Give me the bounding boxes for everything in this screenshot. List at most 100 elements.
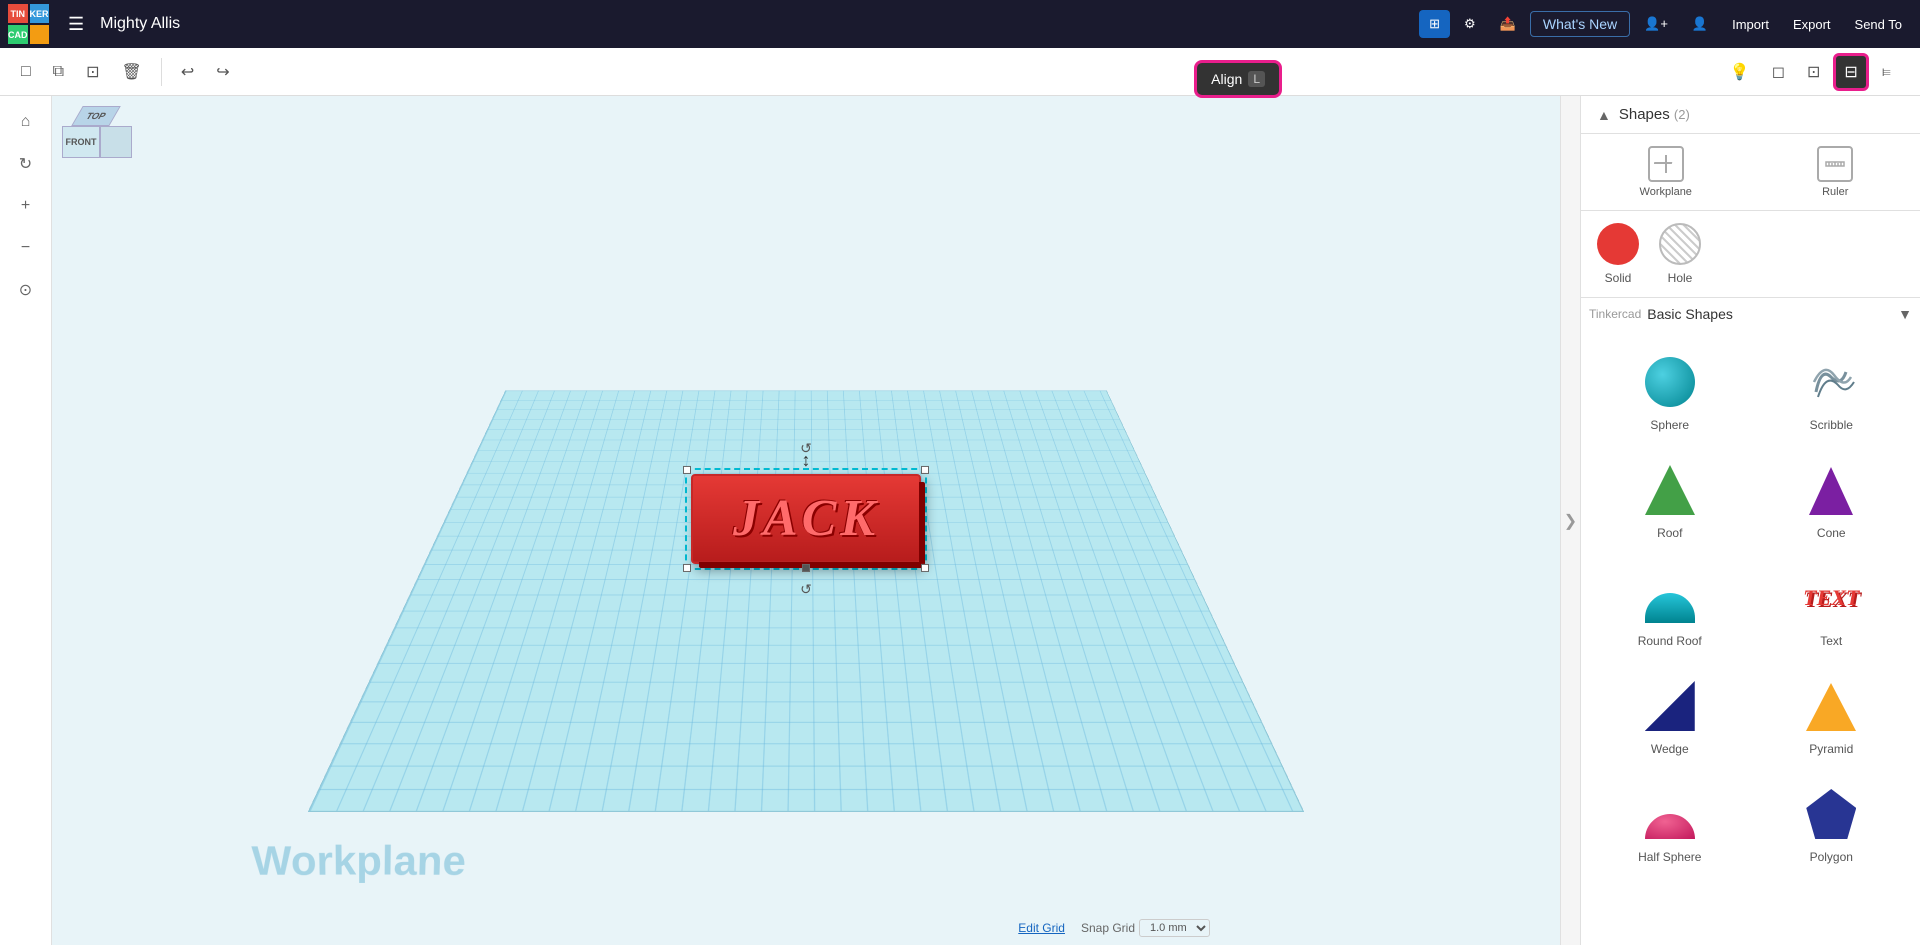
helper-buttons-row: Workplane Ruler [1581,134,1920,211]
jack-object-container[interactable]: ↺ ↕ JACK ↺ [685,467,927,569]
ruler-label-btn: Ruler [1822,186,1848,198]
cube-side-face[interactable] [100,126,132,158]
text3d-icon: TEXT [1801,568,1861,628]
view-cube[interactable]: TOP FRONT [60,104,132,176]
toolbar-separator-1 [161,58,162,86]
workplane-label-btn: Workplane [1640,186,1692,198]
topbar-right: ⊞ ⚙ 📤 What's New 👤+ 👤 Import Export Send… [1419,10,1912,38]
delete-button[interactable]: 🗑 [113,55,151,89]
new-design-button[interactable]: □ [12,56,40,88]
shapes-library: Sphere Scribble [1581,330,1920,945]
shape-item-polygon[interactable]: Polygon [1755,774,1909,874]
align-button[interactable]: ⊟ [1833,53,1868,91]
handle-br[interactable] [921,563,929,571]
rotate-handle-bottom[interactable]: ↺ [800,580,812,597]
tools-button[interactable]: ⚙ [1454,10,1486,38]
shape-item-scribble[interactable]: Scribble [1755,342,1909,442]
roof-name: Roof [1657,526,1682,540]
jack-3d-object[interactable]: JACK [691,473,921,563]
handle-tr[interactable] [921,465,929,473]
sphere-name: Sphere [1650,418,1689,432]
sphere-icon [1640,352,1700,412]
solid-label: Solid [1605,271,1632,285]
roof-visual [1645,465,1695,515]
workplane-svg [1654,152,1678,176]
app-title: Mighty Allis [100,15,1411,33]
handle-tl[interactable] [683,465,691,473]
halfsphere-icon [1640,784,1700,844]
polygon-icon [1801,784,1861,844]
cube-top-face[interactable]: TOP [71,106,121,126]
category-prefix-label: Tinkercad [1589,307,1641,321]
import-button[interactable]: Import [1722,11,1779,38]
jack-side-face [919,481,925,567]
cube-front-face[interactable]: FRONT [62,126,100,158]
note-button[interactable]: ◻ [1763,53,1794,91]
zoom-out-button[interactable]: − [8,230,44,266]
logo-cad-g: CAD [8,25,28,44]
shape-item-text[interactable]: TEXT Text [1755,558,1909,658]
cube-top-label: TOP [84,111,108,121]
scribble-icon [1801,352,1861,412]
zoom-in-button[interactable]: + [8,188,44,224]
pyramid-icon [1801,676,1861,736]
viewport[interactable]: TOP FRONT Workplane ↺ ↕ JACK [52,96,1560,945]
edit-grid-item: Edit Grid [1018,919,1065,937]
shape-item-roundroof[interactable]: Round Roof [1593,558,1747,658]
text3d-visual: TEXT [1803,585,1859,611]
category-dropdown-button[interactable]: ▼ [1898,306,1912,322]
mirror-button[interactable]: ⫢ [1873,53,1900,91]
polygon-visual [1806,789,1856,839]
export-button-top[interactable]: 📤 [1490,10,1526,38]
align-tooltip-label: Align [1211,71,1242,87]
shape-item-wedge[interactable]: Wedge [1593,666,1747,766]
solid-type-item[interactable]: Solid [1597,223,1639,285]
orbit-button[interactable]: ↻ [8,146,44,182]
duplicate-button[interactable]: ⊡ [77,55,108,89]
workplane-icon [1648,146,1684,182]
scribble-name: Scribble [1810,418,1853,432]
halfsphere-name: Half Sphere [1638,850,1701,864]
bottom-status: Edit Grid Snap Grid 1.0 mm 0.5 mm 2.0 mm [1018,919,1210,937]
grid-view-button[interactable]: ⊞ [1419,10,1450,38]
shape-item-roof[interactable]: Roof [1593,450,1747,550]
snap-grid-dropdown[interactable]: 1.0 mm 0.5 mm 2.0 mm [1139,919,1210,937]
ruler-helper-button[interactable]: Ruler [1751,142,1920,202]
solid-circle-icon [1597,223,1639,265]
category-name-label: Basic Shapes [1647,306,1733,322]
export-button[interactable]: Export [1783,11,1841,38]
halfsphere-visual [1645,814,1695,839]
send-to-button[interactable]: Send To [1845,11,1912,38]
user-avatar-button[interactable]: 👤 [1682,10,1718,38]
shapes-collapse-button[interactable]: ▲ [1597,107,1611,123]
shapes-grid: Sphere Scribble [1589,338,1912,878]
add-user-button[interactable]: 👤+ [1634,10,1678,38]
undo-button[interactable]: ↩ [172,55,203,89]
shape-item-cone[interactable]: Cone [1755,450,1909,550]
cube-front-label: FRONT [66,137,97,147]
shape-item-halfsphere[interactable]: Half Sphere [1593,774,1747,874]
group-button[interactable]: ⊡ [1798,53,1829,91]
hamburger-button[interactable]: ☰ [60,10,92,39]
redo-button[interactable]: ↪ [207,55,238,89]
edit-grid-label[interactable]: Edit Grid [1018,921,1065,935]
shape-type-selector: Solid Hole [1581,211,1920,298]
light-button[interactable]: 💡 [1721,53,1759,91]
wedge-icon [1640,676,1700,736]
whats-new-button[interactable]: What's New [1530,11,1630,37]
handle-bm[interactable] [802,563,810,571]
workplane-label: Workplane [251,837,467,884]
shape-item-pyramid[interactable]: Pyramid [1755,666,1909,766]
fit-view-button[interactable]: ⊙ [8,272,44,308]
handle-bl[interactable] [683,563,691,571]
category-header: Tinkercad Basic Shapes ▼ [1581,298,1920,330]
shape-item-sphere[interactable]: Sphere [1593,342,1747,442]
copy-button[interactable]: ⧉ [44,56,73,88]
pyramid-visual [1806,683,1856,731]
home-view-button[interactable]: ⌂ [8,104,44,140]
hole-type-item[interactable]: Hole [1659,223,1701,285]
panel-collapse-divider[interactable]: ❯ [1560,96,1580,945]
workplane-helper-button[interactable]: Workplane [1581,142,1751,202]
roundroof-name: Round Roof [1638,634,1702,648]
shapes-title: Shapes (2) [1619,106,1690,123]
